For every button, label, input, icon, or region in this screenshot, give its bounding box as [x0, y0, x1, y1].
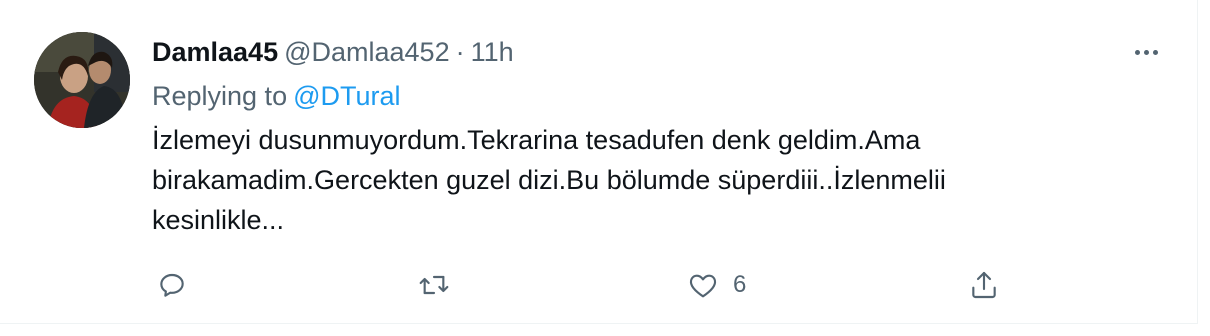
reply-button[interactable]	[156, 266, 188, 304]
avatar-image	[34, 32, 130, 128]
replying-to: Replying to @DTural	[152, 78, 401, 114]
like-button[interactable]: 6	[687, 266, 746, 304]
user-handle[interactable]: @Damlaa452	[284, 37, 450, 67]
display-name[interactable]: Damlaa45	[152, 37, 278, 67]
share-button[interactable]	[968, 266, 1000, 304]
like-count: 6	[733, 271, 747, 298]
separator-dot: ·	[455, 37, 465, 67]
replying-prefix: Replying to	[152, 81, 288, 111]
share-icon	[972, 271, 996, 299]
timestamp[interactable]: 11h	[471, 37, 514, 67]
heart-icon	[689, 274, 717, 298]
reply-mention-link[interactable]: @DTural	[293, 81, 400, 111]
tweet-card[interactable]: Damlaa45 @Damlaa452 · 11h Replying to @DTura…	[0, 0, 1198, 324]
more-options-icon[interactable]	[1128, 40, 1164, 64]
retweet-icon	[419, 275, 449, 295]
tweet-text: İzlemeyi dusunmuyordum.Tekrarina tesaduf…	[152, 125, 946, 235]
tweet-header: Damlaa45 @Damlaa452 · 11h	[152, 34, 514, 70]
action-bar: 6	[0, 266, 1198, 304]
avatar[interactable]	[34, 32, 130, 128]
reply-icon	[160, 273, 184, 297]
retweet-button[interactable]	[418, 266, 450, 304]
